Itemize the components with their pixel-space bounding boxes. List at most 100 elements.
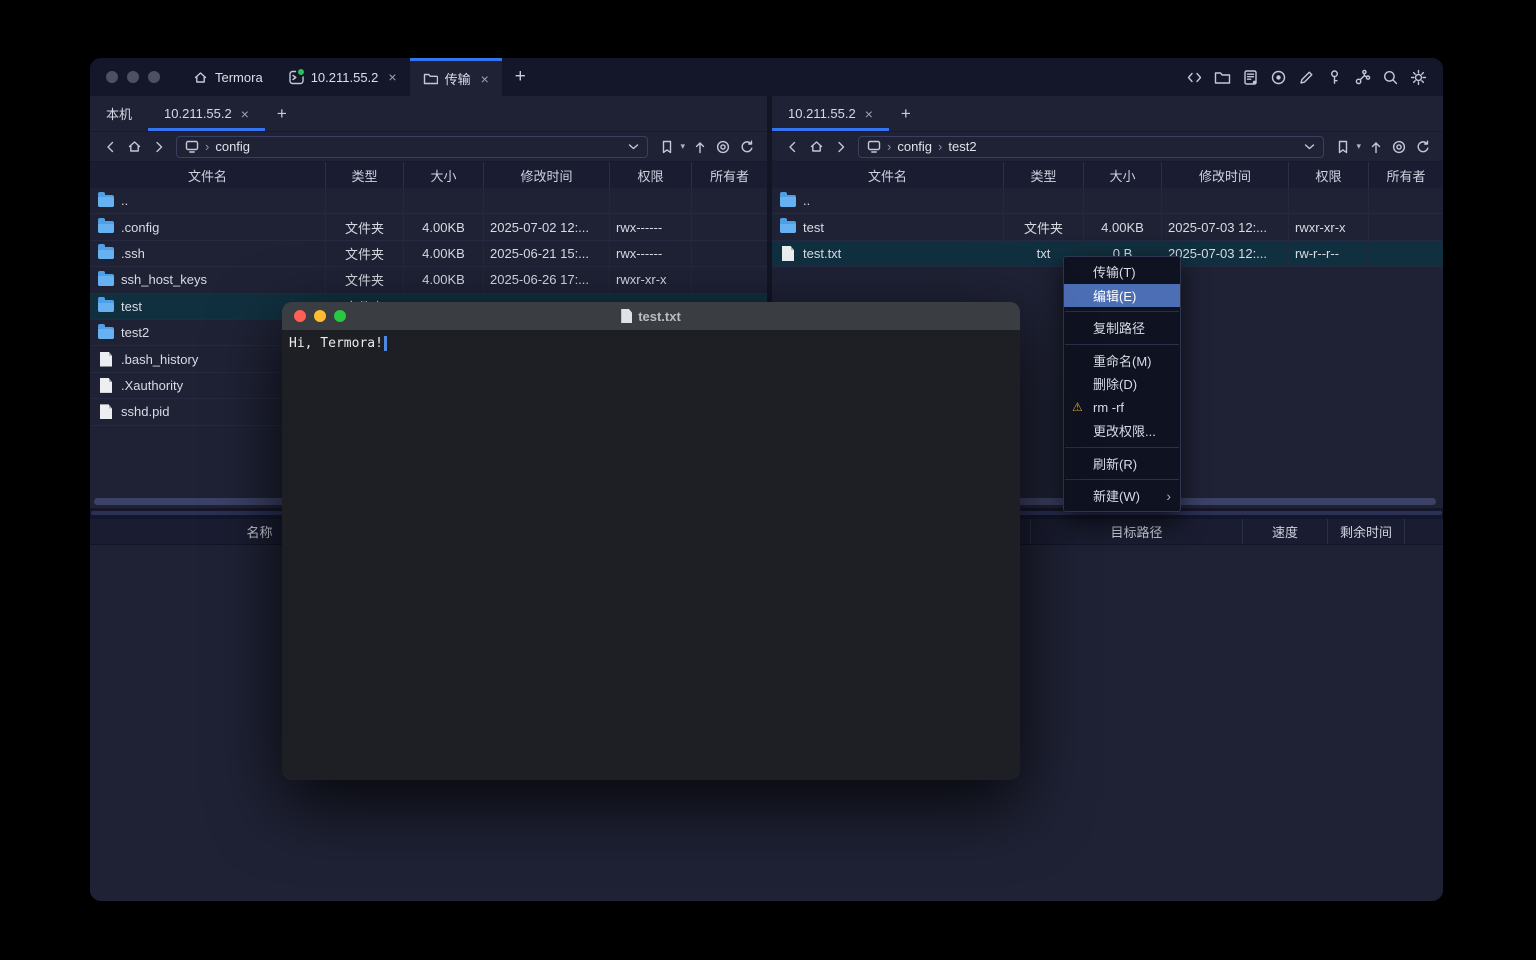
- record-icon[interactable]: [1270, 69, 1287, 86]
- menu-item-rename[interactable]: 重命名(M): [1064, 349, 1180, 373]
- file-row[interactable]: .ssh 文件夹 4.00KB 2025-06-21 15:... rwx---…: [90, 241, 767, 267]
- file-perm: rwx------: [610, 241, 692, 266]
- file-row[interactable]: .config 文件夹 4.00KB 2025-07-02 12:... rwx…: [90, 214, 767, 240]
- bookmark-dropdown-arrow[interactable]: ▾: [680, 141, 685, 152]
- upload-button[interactable]: [1363, 136, 1387, 158]
- file-mtime: [1162, 188, 1289, 213]
- editor-content[interactable]: Hi, Termora!: [282, 330, 1020, 780]
- column-header-name[interactable]: 文件名: [772, 162, 1004, 188]
- close-icon[interactable]: ×: [388, 69, 396, 85]
- column-header-type[interactable]: 类型: [326, 162, 404, 188]
- file-perm: [610, 188, 692, 213]
- bookmark-icon[interactable]: [1330, 136, 1354, 158]
- refresh-button[interactable]: [735, 136, 759, 158]
- tab-termora-home[interactable]: Termora: [180, 58, 276, 96]
- refresh-button[interactable]: [1411, 136, 1435, 158]
- column-header-name[interactable]: 文件名: [90, 162, 326, 188]
- menu-item-refresh[interactable]: 刷新(R): [1064, 452, 1180, 476]
- column-header-owner[interactable]: 所有者: [692, 162, 767, 188]
- file-row[interactable]: ssh_host_keys 文件夹 4.00KB 2025-06-26 17:.…: [90, 267, 767, 293]
- path-input[interactable]: › config › test2: [858, 136, 1324, 158]
- forward-button[interactable]: [828, 136, 852, 158]
- menu-item-new[interactable]: 新建(W) ›: [1064, 484, 1180, 508]
- folder-icon[interactable]: [1214, 69, 1231, 86]
- menu-item-rm-rf[interactable]: ⚠ rm -rf: [1064, 396, 1180, 420]
- column-header-mtime[interactable]: 修改时间: [1162, 162, 1289, 188]
- file-row[interactable]: ..: [90, 188, 767, 214]
- back-button[interactable]: [98, 136, 122, 158]
- folder-icon: [98, 221, 114, 233]
- file-owner: [1369, 241, 1443, 266]
- path-input[interactable]: › config: [176, 136, 648, 158]
- breadcrumb-segment[interactable]: test2: [948, 139, 976, 154]
- keychain-icon[interactable]: [1354, 69, 1371, 86]
- menu-item-copy-path[interactable]: 复制路径: [1064, 316, 1180, 340]
- menu-item-transfer[interactable]: 传输(T): [1064, 260, 1180, 284]
- chevron-down-icon[interactable]: [1304, 143, 1315, 151]
- close-icon[interactable]: ×: [481, 71, 489, 87]
- file-name: test.txt: [803, 246, 841, 261]
- tab-local-machine[interactable]: 本机: [90, 96, 148, 131]
- file-mtime: 2025-07-03 12:...: [1162, 214, 1289, 239]
- file-row[interactable]: ..: [772, 188, 1443, 214]
- file-type: 文件夹: [326, 241, 404, 266]
- forward-button[interactable]: [146, 136, 170, 158]
- breadcrumb-segment[interactable]: config: [215, 139, 250, 154]
- chevron-down-icon[interactable]: [628, 143, 639, 151]
- file-name: ..: [121, 193, 128, 208]
- bookmark-dropdown-arrow[interactable]: ▾: [1356, 141, 1361, 152]
- folder-icon: [98, 300, 114, 312]
- maximize-window-button[interactable]: [334, 310, 346, 322]
- home-button[interactable]: [804, 136, 828, 158]
- menu-item-delete[interactable]: 删除(D): [1064, 372, 1180, 396]
- search-icon[interactable]: [1382, 69, 1399, 86]
- maximize-window-button[interactable]: [148, 71, 160, 83]
- file-type: 文件夹: [326, 267, 404, 292]
- terminal-icon: [289, 70, 304, 85]
- file-owner: [692, 241, 767, 266]
- close-window-button[interactable]: [294, 310, 306, 322]
- breadcrumb-segment[interactable]: config: [897, 139, 932, 154]
- key-icon[interactable]: [1326, 69, 1343, 86]
- gear-icon[interactable]: [1410, 69, 1427, 86]
- upload-button[interactable]: [687, 136, 711, 158]
- back-button[interactable]: [780, 136, 804, 158]
- tab-remote-host[interactable]: 10.211.55.2 ×: [772, 96, 889, 131]
- log-icon[interactable]: [1242, 69, 1259, 86]
- add-session-tab-button[interactable]: +: [265, 96, 299, 131]
- column-header-owner[interactable]: 所有者: [1369, 162, 1443, 188]
- tab-remote-host[interactable]: 10.211.55.2 ×: [148, 96, 265, 131]
- new-tab-button[interactable]: +: [502, 58, 539, 96]
- menu-separator: [1065, 447, 1179, 448]
- column-header-type[interactable]: 类型: [1004, 162, 1084, 188]
- tab-ssh-session[interactable]: 10.211.55.2 ×: [276, 58, 410, 96]
- editor-titlebar[interactable]: test.txt: [282, 302, 1020, 330]
- menu-item-change-permissions[interactable]: 更改权限...: [1064, 419, 1180, 443]
- close-icon[interactable]: ×: [865, 106, 873, 122]
- close-window-button[interactable]: [106, 71, 118, 83]
- column-header-perm[interactable]: 权限: [1289, 162, 1369, 188]
- column-header-size[interactable]: 大小: [1084, 162, 1162, 188]
- show-hidden-files-icon[interactable]: [1387, 136, 1411, 158]
- column-header-size[interactable]: 大小: [404, 162, 484, 188]
- pencil-icon[interactable]: [1298, 69, 1315, 86]
- file-row[interactable]: test 文件夹 4.00KB 2025-07-03 12:... rwxr-x…: [772, 214, 1443, 240]
- tab-transfer[interactable]: 传输 ×: [410, 58, 502, 96]
- minimize-window-button[interactable]: [127, 71, 139, 83]
- folder-icon: [423, 71, 438, 86]
- column-header-perm[interactable]: 权限: [610, 162, 692, 188]
- menu-item-edit[interactable]: 编辑(E): [1064, 284, 1180, 308]
- column-header-mtime[interactable]: 修改时间: [484, 162, 610, 188]
- folder-icon: [98, 247, 114, 259]
- left-table-header: 文件名 类型 大小 修改时间 权限 所有者: [90, 161, 767, 188]
- minimize-window-button[interactable]: [314, 310, 326, 322]
- file-perm: [1289, 188, 1369, 213]
- close-icon[interactable]: ×: [241, 106, 249, 122]
- file-owner: [692, 188, 767, 213]
- connected-status-dot: [296, 67, 306, 77]
- home-button[interactable]: [122, 136, 146, 158]
- add-session-tab-button[interactable]: +: [889, 96, 923, 131]
- show-hidden-files-icon[interactable]: [711, 136, 735, 158]
- code-icon[interactable]: [1186, 69, 1203, 86]
- bookmark-icon[interactable]: [654, 136, 678, 158]
